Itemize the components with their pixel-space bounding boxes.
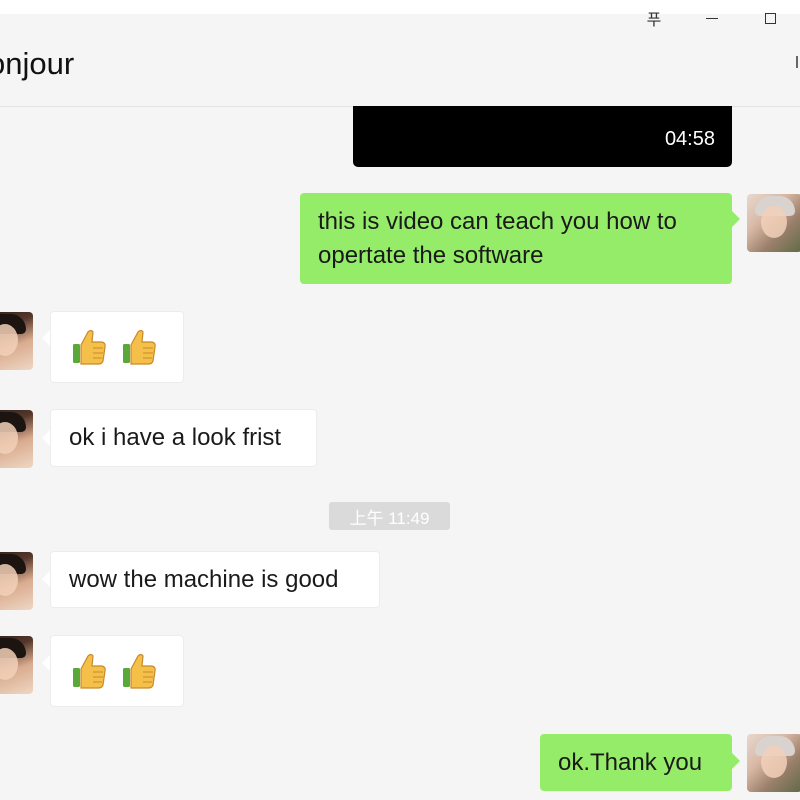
message-timestamp: 上午 11:49 [329, 502, 450, 530]
window-top-strip [0, 0, 800, 14]
minimize-button[interactable] [694, 6, 730, 30]
message-bubble-outgoing[interactable]: ok.Thank you [540, 734, 732, 791]
chat-title: onjour [0, 46, 75, 81]
video-duration: 04:58 [664, 128, 715, 150]
avatar-self[interactable] [747, 194, 800, 252]
message-text-line: this is video can teach you how to [318, 207, 677, 235]
pin-window-button[interactable]: 푸 [636, 6, 672, 30]
message-bubble-outgoing[interactable]: this is video can teach you how to opert… [300, 193, 732, 284]
message-text-line: opertate the software [318, 241, 544, 269]
avatar-contact[interactable] [0, 312, 33, 370]
message-bubble-incoming[interactable] [50, 311, 184, 383]
message-bubble-incoming[interactable]: wow the machine is good [50, 551, 380, 608]
minimize-icon [706, 17, 718, 19]
bubble-tail [731, 752, 740, 770]
avatar-contact[interactable] [0, 410, 33, 468]
message-text: ok.Thank you [558, 748, 703, 776]
avatar-self[interactable] [747, 734, 800, 792]
message-text: wow the machine is good [69, 565, 339, 593]
message-bubble-incoming[interactable] [50, 635, 184, 707]
pin-icon: 푸 [646, 12, 662, 29]
chat-header: onjour [0, 14, 800, 107]
thumbs-up-icon [71, 652, 107, 690]
thumbs-up-icon [71, 328, 107, 366]
message-bubble-incoming[interactable]: ok i have a look frist [50, 409, 317, 467]
avatar-contact[interactable] [0, 552, 33, 610]
video-message[interactable]: 04:58 [353, 106, 732, 167]
more-options-icon[interactable] [796, 56, 800, 68]
thumbs-up-icon [121, 652, 157, 690]
maximize-button[interactable] [752, 6, 788, 30]
message-text: ok i have a look frist [69, 424, 282, 451]
avatar-contact[interactable] [0, 636, 33, 694]
bubble-tail [731, 210, 740, 228]
thumbs-up-icon [121, 328, 157, 366]
maximize-icon [764, 12, 776, 24]
